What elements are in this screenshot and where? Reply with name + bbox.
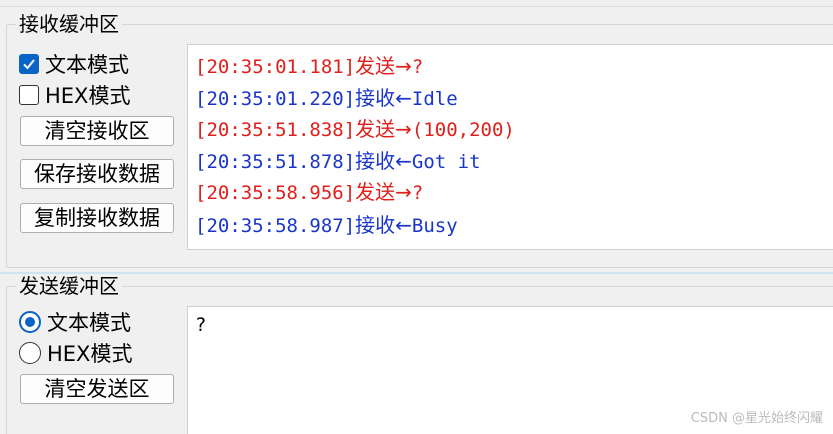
receive-text-mode-label: 文本模式 — [45, 53, 129, 77]
log-message: Idle — [411, 88, 458, 110]
receive-hex-mode-label: HEX模式 — [45, 84, 131, 108]
receive-hex-mode-checkbox[interactable]: HEX模式 — [19, 81, 130, 109]
save-receive-data-button[interactable]: 保存接收数据 — [20, 159, 174, 189]
send-hex-mode-label: HEX模式 — [47, 342, 133, 366]
clear-receive-button[interactable]: 清空接收区 — [20, 116, 174, 146]
log-line: [20:35:58.987]接收←Busy — [195, 213, 458, 238]
log-message: ? — [411, 182, 424, 204]
radio-unselected-icon — [19, 342, 41, 364]
send-content-text: ? — [195, 314, 207, 336]
section-divider — [0, 272, 833, 274]
log-message: (100,200) — [411, 119, 515, 141]
log-timestamp: [20:35:58.987] — [195, 215, 356, 237]
log-timestamp: [20:35:01.181] — [195, 56, 356, 78]
copy-receive-data-button[interactable]: 复制接收数据 — [20, 203, 174, 233]
log-message: Busy — [411, 215, 458, 237]
log-message: Got it — [411, 151, 481, 173]
log-line: [20:35:58.956]发送→? — [195, 180, 423, 205]
log-line: [20:35:01.181]发送→? — [195, 54, 423, 79]
log-timestamp: [20:35:58.956] — [195, 182, 356, 204]
log-timestamp: [20:35:51.878] — [195, 151, 356, 173]
send-text-mode-radio[interactable]: 文本模式 — [19, 308, 131, 336]
watermark: CSDN @星光始终闪耀 — [690, 411, 823, 426]
receive-log-area[interactable]: [20:35:01.181]发送→? [20:35:01.220]接收←Idle… — [187, 44, 833, 250]
log-direction: 发送→ — [355, 54, 412, 78]
send-buffer-title: 发送缓冲区 — [16, 274, 122, 298]
serial-assistant-panel: 接收缓冲区 文本模式 HEX模式 清空接收区 保存接收数据 复制接收数据 [20… — [0, 0, 833, 434]
log-timestamp: [20:35:51.838] — [195, 119, 356, 141]
checkbox-checked-icon — [19, 54, 39, 74]
checkbox-unchecked-icon — [19, 85, 39, 105]
receive-text-mode-checkbox[interactable]: 文本模式 — [19, 50, 129, 78]
log-line: [20:35:01.220]接收←Idle — [195, 86, 458, 111]
log-message: ? — [411, 56, 424, 78]
receive-buffer-title: 接收缓冲区 — [16, 12, 122, 36]
top-divider — [0, 0, 833, 7]
log-timestamp: [20:35:01.220] — [195, 88, 356, 110]
log-direction: 发送→ — [355, 180, 412, 204]
send-hex-mode-radio[interactable]: HEX模式 — [19, 339, 132, 367]
clear-send-button[interactable]: 清空发送区 — [20, 374, 174, 404]
radio-selected-icon — [19, 311, 41, 333]
log-line: [20:35:51.878]接收←Got it — [195, 149, 481, 174]
send-text-mode-label: 文本模式 — [47, 311, 131, 335]
log-direction: 发送→ — [355, 117, 412, 141]
log-direction: 接收← — [355, 86, 412, 110]
log-direction: 接收← — [355, 213, 412, 237]
log-direction: 接收← — [355, 149, 412, 173]
log-line: [20:35:51.838]发送→(100,200) — [195, 117, 515, 142]
